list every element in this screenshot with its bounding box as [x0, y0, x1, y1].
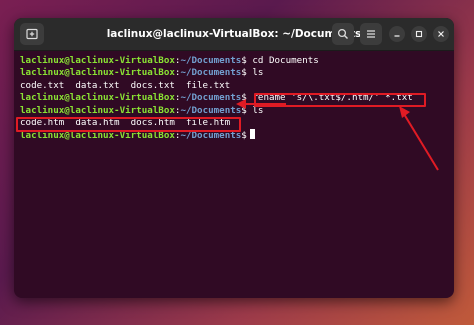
annotation-arrows	[236, 99, 439, 171]
arrow-to-output-icon	[236, 99, 286, 109]
arrow-to-command-icon	[399, 106, 439, 171]
